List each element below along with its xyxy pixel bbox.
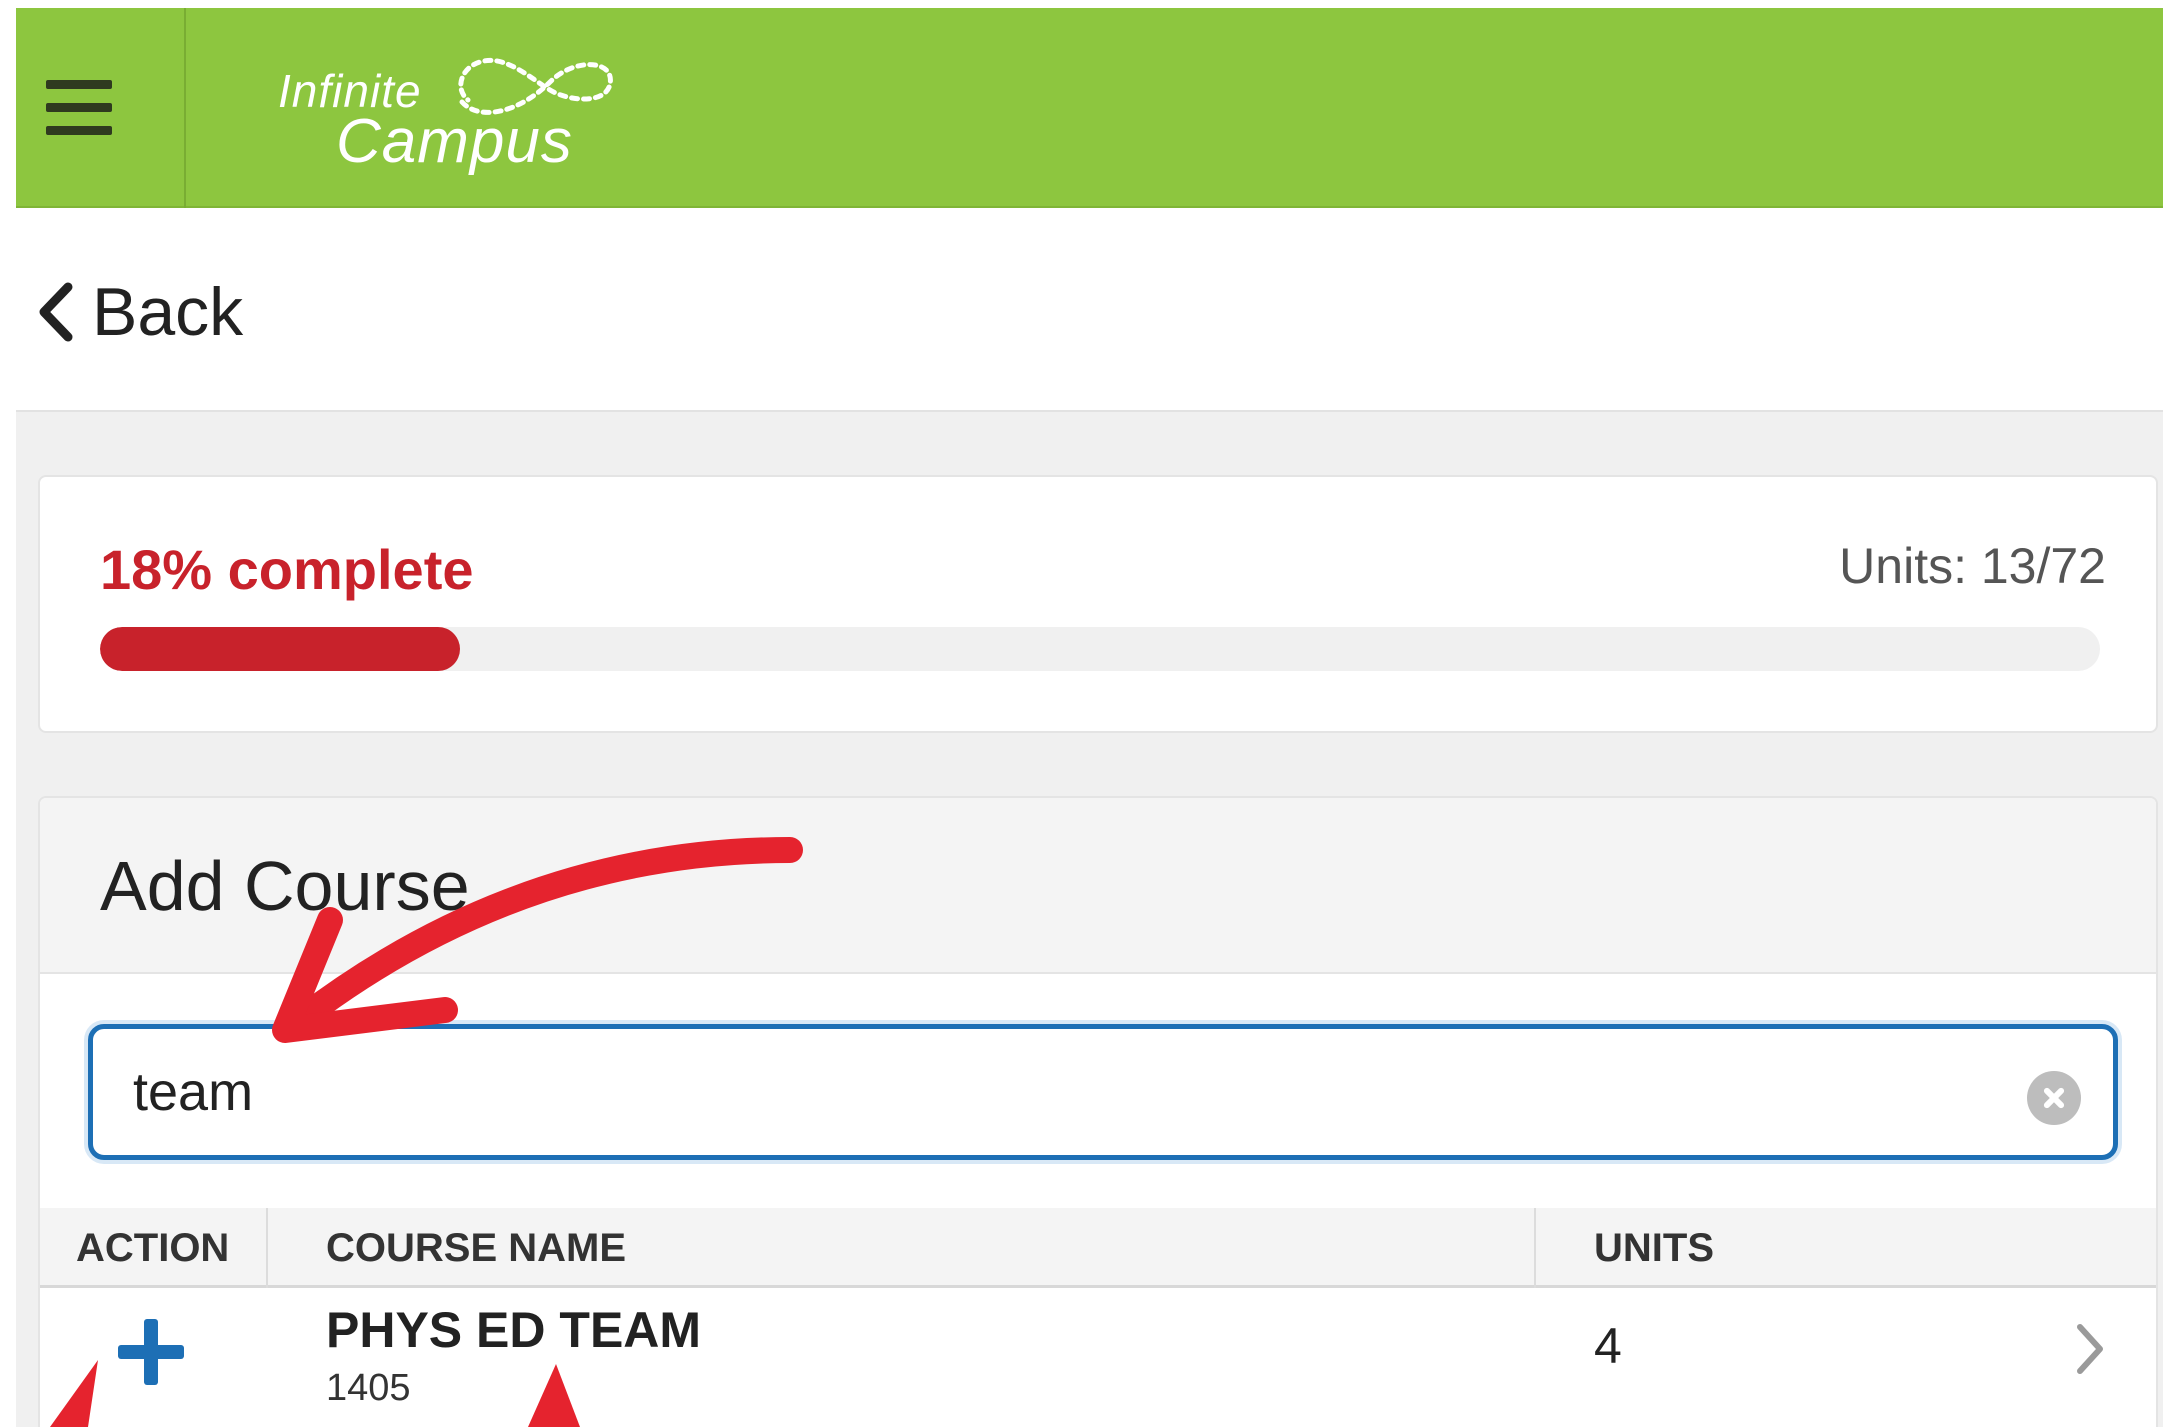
chevron-left-icon (39, 282, 73, 342)
menu-icon-bar (46, 126, 112, 135)
units-counter: Units: 13/72 (1839, 538, 2106, 594)
infinite-campus-logo[interactable]: Infinite Campus (260, 34, 640, 184)
hamburger-menu-button[interactable] (16, 8, 186, 208)
menu-icon-bar (46, 103, 112, 112)
progress-card: 18% complete Units: 13/72 (38, 475, 2158, 733)
menu-icon (46, 80, 112, 89)
add-course-card: Add Course ACTION COURSE NAME UNITS PHYS… (38, 796, 2158, 1427)
course-units: 4 (1594, 1318, 1622, 1374)
course-name: PHYS ED TEAM (326, 1302, 702, 1358)
infinity-loop-icon (458, 58, 613, 115)
add-course-plus-icon[interactable] (118, 1319, 184, 1385)
column-divider (266, 1208, 268, 1288)
table-row[interactable]: PHYS ED TEAM 1405 4 (40, 1291, 2156, 1427)
add-course-header: Add Course (40, 798, 2156, 974)
progress-bar (100, 627, 2100, 671)
back-label: Back (92, 274, 244, 350)
chevron-right-icon[interactable] (2074, 1321, 2106, 1377)
back-link[interactable]: Back (36, 270, 243, 354)
add-course-title: Add Course (100, 847, 470, 925)
back-bar: Back (16, 208, 2163, 412)
table-header: ACTION COURSE NAME UNITS (40, 1208, 2156, 1288)
progress-bar-fill (100, 627, 460, 671)
column-header-action: ACTION (76, 1226, 230, 1270)
column-header-course-name[interactable]: COURSE NAME (326, 1208, 626, 1288)
course-number: 1405 (326, 1367, 411, 1409)
progress-percent-label: 18% complete (100, 538, 474, 601)
column-header-units[interactable]: UNITS (1594, 1208, 1714, 1288)
app-header: Infinite Campus (16, 8, 2163, 208)
column-divider (1534, 1208, 1536, 1288)
clear-search-icon[interactable] (2027, 1071, 2081, 1125)
course-search-input[interactable] (93, 1029, 2113, 1155)
course-search-box (88, 1024, 2118, 1160)
